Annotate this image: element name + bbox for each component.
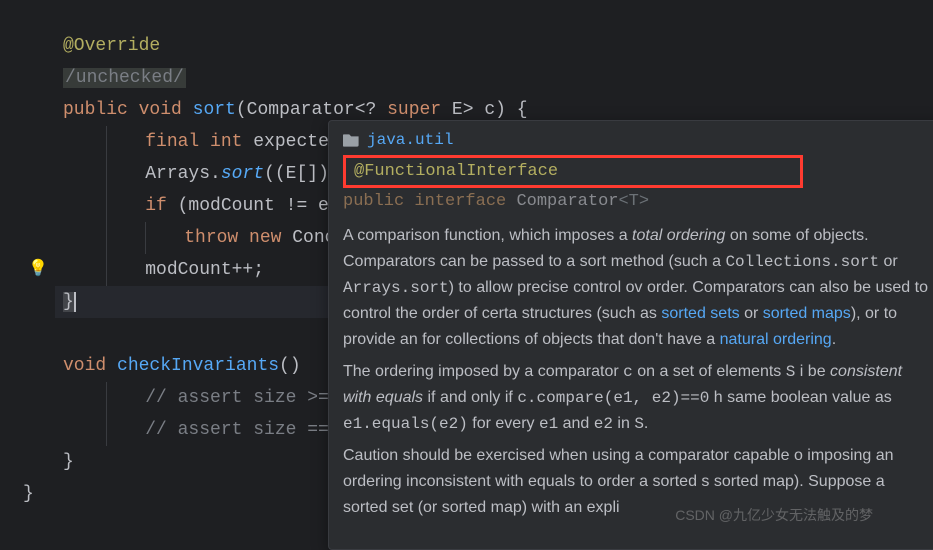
lightbulb-icon[interactable]: 💡 [28,258,48,278]
interface-declaration: public interface Comparator<T> [343,192,933,211]
link-sorted-sets[interactable]: sorted sets [661,305,739,322]
watermark-text: CSDN @九亿少女无法触及的梦 [675,505,873,525]
link-natural-ordering[interactable]: natural ordering [720,331,832,348]
annotation-override: @Override [63,36,160,56]
comment-unchecked: /unchecked/ [63,68,186,88]
editor-gutter: 💡 [0,0,55,543]
link-sorted-maps[interactable]: sorted maps [763,305,851,322]
functional-interface-annotation: @FunctionalInterface [354,162,558,181]
link-collections-sort[interactable]: Collections.sort [725,253,879,271]
annotation-highlight-box: @FunctionalInterface [343,155,803,188]
folder-icon [343,133,359,147]
documentation-tooltip[interactable]: java.util @FunctionalInterface public in… [328,120,933,550]
tooltip-description: A comparison function, which imposes a t… [343,223,933,521]
package-name: java.util [367,131,453,149]
tooltip-package-header: java.util [343,131,933,149]
link-arrays-sort[interactable]: Arrays.sort [343,279,449,297]
